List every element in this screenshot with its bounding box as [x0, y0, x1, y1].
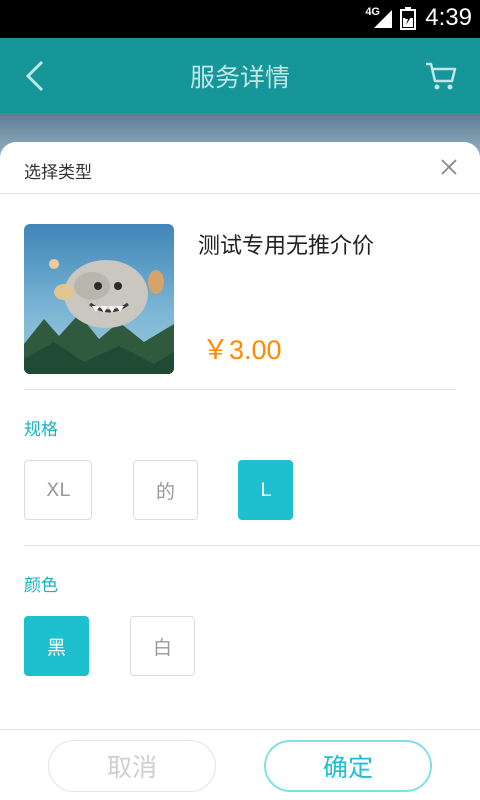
app-header: 服务详情 — [0, 38, 480, 113]
page-title: 服务详情 — [189, 63, 290, 92]
cancel-button[interactable]: 取消 — [48, 740, 216, 792]
spec-option-l[interactable]: L — [238, 460, 293, 520]
color-option-white[interactable]: 白 — [130, 616, 195, 676]
cart-icon[interactable] — [424, 60, 458, 92]
signal-icon — [374, 10, 392, 28]
divider — [24, 389, 456, 390]
confirm-button[interactable]: 确定 — [264, 740, 432, 792]
product-price: ￥3.00 — [202, 335, 282, 365]
status-bar: 4G 4:39 — [0, 0, 480, 38]
sheet-footer: 取消 确定 — [0, 729, 480, 800]
spec-label: 规格 — [24, 420, 58, 440]
spec-option-de[interactable]: 的 — [133, 460, 198, 520]
type-select-sheet: 选择类型 测试专用无推介价 ￥3.00 规格 XL 的 L 颜色 黑 白 取消 … — [0, 142, 480, 800]
color-option-black[interactable]: 黑 — [24, 616, 89, 676]
close-icon[interactable] — [440, 158, 458, 176]
sheet-header: 选择类型 — [0, 142, 480, 194]
color-label: 颜色 — [24, 576, 58, 596]
product-name: 测试专用无推介价 — [198, 234, 375, 259]
spec-option-xl[interactable]: XL — [24, 460, 92, 520]
status-time: 4:39 — [425, 4, 472, 31]
sheet-title: 选择类型 — [24, 163, 92, 183]
battery-icon — [400, 7, 416, 30]
product-image — [24, 224, 174, 374]
divider — [24, 545, 480, 546]
